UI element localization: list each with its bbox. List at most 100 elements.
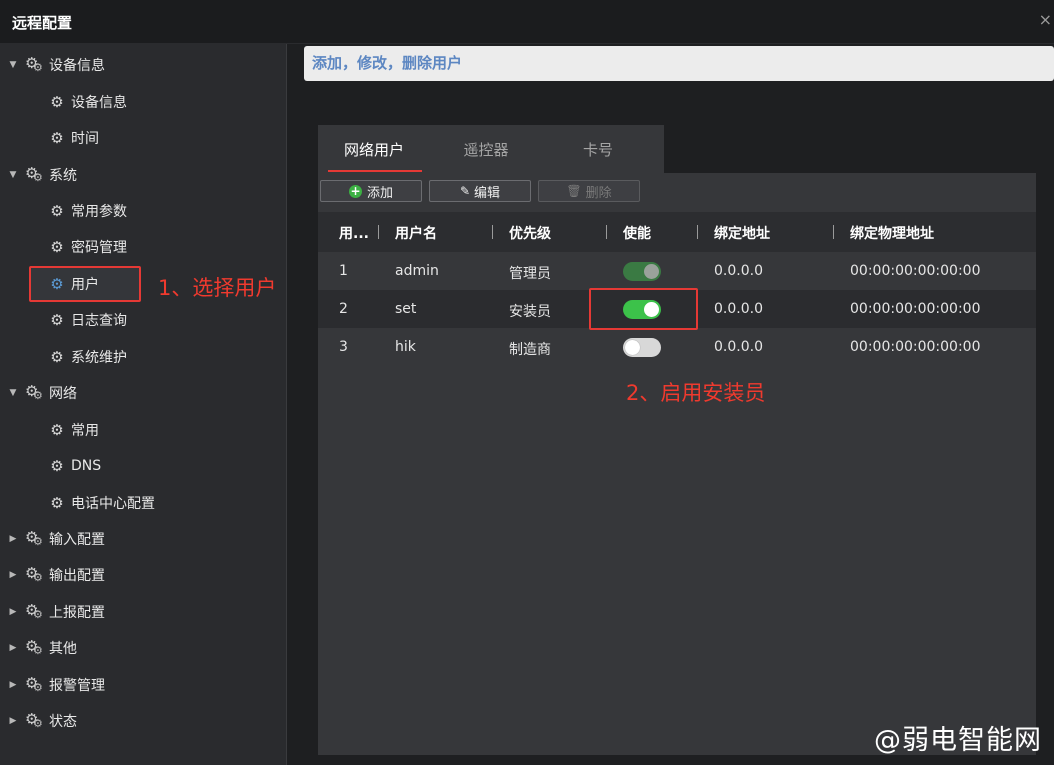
tree-leaf-phone-center[interactable]: ⚙ 电话中心配置 — [49, 485, 286, 521]
tree-node-label: 其他 — [49, 641, 77, 657]
window-titlebar: 远程配置 × — [0, 0, 1054, 44]
tree-leaf-label: 设备信息 — [71, 95, 127, 111]
tree-node-label: 输入配置 — [49, 532, 105, 548]
gear-icon: ⚙ — [50, 93, 64, 111]
cell-username: set — [395, 301, 417, 317]
tab-card-number[interactable]: 卡号 — [542, 125, 654, 173]
column-header-priority[interactable]: 优先级 — [509, 223, 551, 243]
tree-node-system[interactable]: ▼ ⚙ ⚙ 系统 — [6, 157, 286, 193]
tree-leaf-network-common[interactable]: ⚙ 常用 — [49, 412, 286, 448]
tree-leaf-label: DNS — [71, 458, 102, 474]
cell-bind-address: 0.0.0.0 — [714, 301, 763, 317]
gear-icon: ⚙ — [50, 421, 64, 439]
gear-icon: ⚙ — [50, 457, 64, 475]
edit-button[interactable]: ✎ 编辑 — [429, 180, 531, 202]
column-divider[interactable] — [606, 225, 607, 239]
column-header-bind-address[interactable]: 绑定地址 — [714, 223, 770, 243]
table-row[interactable]: 3 hik 制造商 0.0.0.0 00:00:00:00:00:00 — [318, 328, 1036, 366]
cell-bind-address: 0.0.0.0 — [714, 339, 763, 355]
tree-leaf-maintenance[interactable]: ⚙ 系统维护 — [49, 339, 286, 375]
expand-right-icon[interactable]: ▶ — [6, 716, 20, 726]
enable-toggle[interactable] — [623, 262, 661, 281]
tree-node-input-config[interactable]: ▶ ⚙ ⚙ 输入配置 — [6, 521, 286, 557]
tree-node-label: 设备信息 — [49, 58, 105, 74]
gear-icon: ⚙ — [50, 494, 64, 512]
tree-node-network[interactable]: ▼ ⚙ ⚙ 网络 — [6, 375, 286, 411]
tree-leaf-time[interactable]: ⚙ 时间 — [49, 120, 286, 156]
gears-icon: ⚙ ⚙ — [25, 382, 43, 402]
tree-leaf-label: 密码管理 — [71, 240, 127, 256]
tab-network-users[interactable]: 网络用户 — [318, 125, 430, 173]
expand-down-icon[interactable]: ▼ — [6, 388, 20, 398]
expand-right-icon[interactable]: ▶ — [6, 570, 20, 580]
gears-icon: ⚙ ⚙ — [25, 54, 43, 74]
edit-icon: ✎ — [459, 184, 471, 198]
gear-icon: ⚙ — [50, 311, 64, 329]
column-divider[interactable] — [697, 225, 698, 239]
cell-id: 1 — [339, 263, 348, 279]
tree-node-device-info[interactable]: ▼ ⚙ ⚙ 设备信息 — [6, 47, 286, 83]
column-header-username[interactable]: 用户名 — [395, 223, 437, 243]
watermark: @弱电智能网 — [874, 725, 1042, 756]
tree-leaf-label: 常用 — [71, 423, 99, 439]
tree-node-label: 输出配置 — [49, 568, 105, 584]
tabs-background — [664, 125, 1036, 173]
tree-node-output-config[interactable]: ▶ ⚙ ⚙ 输出配置 — [6, 557, 286, 593]
tree-leaf-label: 系统维护 — [71, 350, 127, 366]
add-button[interactable]: + 添加 — [320, 180, 422, 202]
annotation-step2: 2、启用安装员 — [626, 381, 766, 405]
tree-node-status[interactable]: ▶ ⚙ ⚙ 状态 — [6, 703, 286, 739]
tree-leaf-label: 常用参数 — [71, 204, 127, 220]
column-header-id[interactable]: 用... — [339, 223, 369, 243]
tree-node-label: 报警管理 — [49, 678, 105, 694]
tree-node-alarm-mgmt[interactable]: ▶ ⚙ ⚙ 报警管理 — [6, 667, 286, 703]
toolbar — [318, 173, 1036, 209]
plus-icon: + — [348, 183, 362, 198]
annotation-step1: 1、选择用户 — [158, 276, 277, 300]
cell-bind-mac: 00:00:00:00:00:00 — [850, 339, 981, 355]
tree-leaf-password[interactable]: ⚙ 密码管理 — [49, 229, 286, 265]
cell-id: 2 — [339, 301, 348, 317]
trash-icon: 🗑 — [566, 184, 582, 198]
description-banner: 添加，修改，删除用户 — [304, 46, 1054, 81]
cell-bind-mac: 00:00:00:00:00:00 — [850, 301, 981, 317]
expand-right-icon[interactable]: ▶ — [6, 680, 20, 690]
tree-leaf-common-params[interactable]: ⚙ 常用参数 — [49, 193, 286, 229]
tree-leaf-device-info[interactable]: ⚙ 设备信息 — [49, 84, 286, 120]
tree-node-report-config[interactable]: ▶ ⚙ ⚙ 上报配置 — [6, 594, 286, 630]
tree-node-label: 网络 — [49, 386, 77, 402]
toggle-knob — [625, 340, 640, 355]
column-header-enable[interactable]: 使能 — [623, 223, 651, 243]
column-divider[interactable] — [833, 225, 834, 239]
delete-button[interactable]: 🗑 删除 — [538, 180, 640, 202]
expand-right-icon[interactable]: ▶ — [6, 534, 20, 544]
gears-icon: ⚙ ⚙ — [25, 674, 43, 694]
tree-leaf-dns[interactable]: ⚙ DNS — [49, 448, 286, 484]
expand-down-icon[interactable]: ▼ — [6, 170, 20, 180]
annotation-box-enable — [589, 288, 698, 330]
annotation-box-user — [29, 266, 141, 302]
table-row[interactable]: 1 admin 管理员 0.0.0.0 00:00:00:00:00:00 — [318, 252, 1036, 290]
column-divider[interactable] — [492, 225, 493, 239]
cell-priority: 管理员 — [509, 266, 551, 282]
expand-right-icon[interactable]: ▶ — [6, 643, 20, 653]
tab-remote-control[interactable]: 遥控器 — [430, 125, 542, 173]
gear-icon: ⚙ — [50, 202, 64, 220]
tree-leaf-log[interactable]: ⚙ 日志查询 — [49, 302, 286, 338]
gear-icon: ⚙ — [50, 238, 64, 256]
tab-bar: 网络用户 遥控器 卡号 — [318, 125, 664, 173]
add-label: 添加 — [366, 185, 393, 201]
column-divider[interactable] — [378, 225, 379, 239]
close-icon[interactable]: × — [1039, 10, 1052, 29]
gears-icon: ⚙ ⚙ — [25, 164, 43, 184]
gears-icon: ⚙ ⚙ — [25, 601, 43, 621]
column-header-bind-mac[interactable]: 绑定物理地址 — [850, 223, 934, 243]
gears-icon: ⚙ ⚙ — [25, 528, 43, 548]
tree-node-other[interactable]: ▶ ⚙ ⚙ 其他 — [6, 630, 286, 666]
enable-toggle[interactable] — [623, 338, 661, 357]
cell-id: 3 — [339, 339, 348, 355]
expand-right-icon[interactable]: ▶ — [6, 607, 20, 617]
expand-down-icon[interactable]: ▼ — [6, 60, 20, 70]
cell-priority: 制造商 — [509, 342, 551, 358]
cell-bind-mac: 00:00:00:00:00:00 — [850, 263, 981, 279]
